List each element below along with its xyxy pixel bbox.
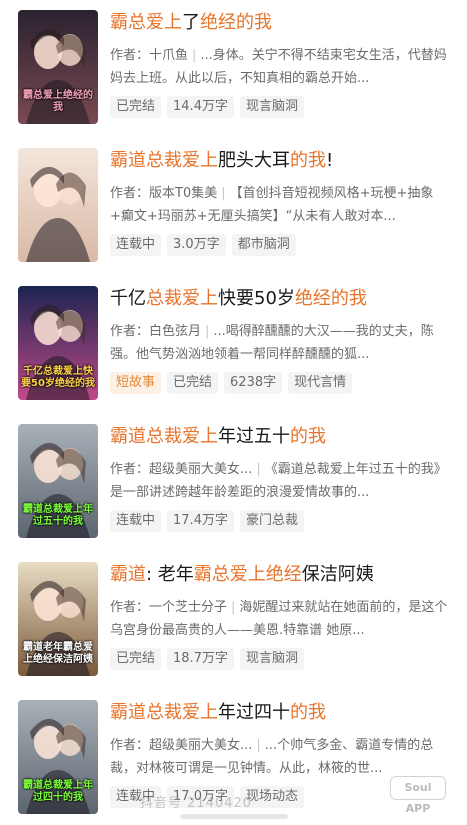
app-logo-watermark: Soul APP <box>390 776 446 815</box>
divider: | <box>231 600 236 615</box>
watermark-text: 抖音号 2140420 <box>140 796 253 811</box>
book-title[interactable]: 千亿总裁爱上快要50岁绝经的我 <box>110 286 455 312</box>
title-keyword-highlight: 霸总爱上绝经 <box>193 564 302 585</box>
tag-badge[interactable]: 已完结 <box>110 648 162 670</box>
tag-badge[interactable]: 现言脑洞 <box>239 648 304 670</box>
author-name: 作者：版本T0集美 <box>110 186 218 201</box>
book-item[interactable]: 霸总爱上绝经的我 霸总爱上了绝经的我 作者：十爪鱼 | ...身体。关宁不得不结束宅女生… <box>0 10 467 130</box>
divider: | <box>192 48 197 63</box>
divider: | <box>221 186 226 201</box>
book-item[interactable]: 霸道总裁爱上肥头大耳的我! 作者：版本T0集美 | 【首创抖音短视频风格+玩梗+抽象+… <box>0 148 467 268</box>
book-info: 千亿总裁爱上快要50岁绝经的我作者：白色弦月 | ...喝得醉醺醺的大汉——我的丈夫… <box>110 286 455 394</box>
title-keyword-highlight: 绝经的我 <box>200 12 272 33</box>
title-text: : 老年 <box>146 564 194 585</box>
tag-badge[interactable]: 短故事 <box>110 372 162 394</box>
author-name: 作者：一个芝士分子 <box>110 600 228 615</box>
book-item[interactable]: 霸道老年霸总爱上绝经保洁阿姨 霸道: 老年霸总爱上绝经保洁阿姨 作者：一个芝士分子 |… <box>0 562 467 682</box>
title-keyword-highlight: 总裁爱上 <box>146 288 218 309</box>
tag-badge[interactable]: 18.7万字 <box>167 648 234 670</box>
tag-badge[interactable]: 现言脑洞 <box>239 96 304 118</box>
title-text: 快要50岁 <box>218 288 295 309</box>
title-keyword-highlight: 霸道总裁爱上 <box>110 150 218 171</box>
tag-badge[interactable]: 连载中 <box>110 510 162 532</box>
title-keyword-highlight: 霸道总裁爱上 <box>110 426 218 447</box>
book-title[interactable]: 霸道: 老年霸总爱上绝经保洁阿姨 <box>110 562 455 588</box>
tag-badge[interactable]: 14.4万字 <box>167 96 234 118</box>
author-name: 作者：超级美丽大美女... <box>110 738 253 753</box>
tag-list: 连载中 17.4万字 豪门总裁 <box>110 510 455 532</box>
tag-badge[interactable]: 已完结 <box>110 96 162 118</box>
tag-list: 连载中 3.0万字 都市脑洞 <box>110 234 455 256</box>
book-description: 作者：白色弦月 | ...喝得醉醺醺的大汉——我的丈夫，陈强。他气势汹汹地领着一帮同… <box>110 320 455 366</box>
title-text: 年过四十 <box>218 702 290 723</box>
book-info: 霸道总裁爱上年过五十的我作者：超级美丽大美女... | 《霸道总裁爱上年过五十的我》… <box>110 424 455 532</box>
cover-title-text: 霸道总裁爱上年过四十的我 <box>23 780 93 803</box>
title-keyword-highlight: 霸总爱上 <box>110 12 182 33</box>
author-name: 作者：白色弦月 <box>110 324 202 339</box>
author-name: 作者：超级美丽大美女... <box>110 462 253 477</box>
tag-badge[interactable]: 豪门总裁 <box>239 510 304 532</box>
tag-list: 已完结 14.4万字 现言脑洞 <box>110 96 455 118</box>
divider: | <box>256 738 261 753</box>
book-description: 作者：超级美丽大美女... | ...个帅气多金、霸道专情的总裁，对林筱可谓是一见钟… <box>110 734 455 780</box>
book-cover-image[interactable] <box>18 148 98 262</box>
book-description: 作者：超级美丽大美女... | 《霸道总裁爱上年过五十的我》是一部讲述跨越年龄差距的… <box>110 458 455 504</box>
book-info: 霸道: 老年霸总爱上绝经保洁阿姨作者：一个芝士分子 | 海妮醒过来就站在她面前的，是… <box>110 562 455 670</box>
cover-title-text: 霸道总裁爱上年过五十的我 <box>23 504 93 527</box>
cover-title-text: 霸总爱上绝经的我 <box>23 90 93 113</box>
tag-badge[interactable]: 已完结 <box>167 372 219 394</box>
title-keyword-highlight: 霸道 <box>110 564 146 585</box>
tag-badge[interactable]: 连载中 <box>110 234 162 256</box>
book-item[interactable]: 千亿总裁爱上快要50岁绝经的我 千亿总裁爱上快要50岁绝经的我 作者：白色弦月 |..… <box>0 286 467 406</box>
book-title[interactable]: 霸道总裁爱上肥头大耳的我! <box>110 148 455 174</box>
title-keyword-highlight: 霸道总裁爱上 <box>110 702 218 723</box>
book-title[interactable]: 霸道总裁爱上年过五十的我 <box>110 424 455 450</box>
title-text: 了 <box>182 12 200 33</box>
tag-badge[interactable]: 都市脑洞 <box>231 234 296 256</box>
title-text: ! <box>326 150 334 171</box>
cover-title-text: 霸道老年霸总爱上绝经保洁阿姨 <box>23 642 93 665</box>
tag-badge[interactable]: 现代言情 <box>288 372 353 394</box>
book-description: 作者：一个芝士分子 | 海妮醒过来就站在她面前的，是这个乌宫身份最高贵的人——美恩.… <box>110 596 455 642</box>
title-keyword-highlight: 的我 <box>290 150 326 171</box>
book-cover-image[interactable]: 霸道总裁爱上年过五十的我 <box>18 424 98 538</box>
book-title[interactable]: 霸总爱上了绝经的我 <box>110 10 455 36</box>
book-info: 霸总爱上了绝经的我作者：十爪鱼 | ...身体。关宁不得不结束宅女生活，代替妈妈去上… <box>110 10 455 118</box>
book-cover-image[interactable]: 霸总爱上绝经的我 <box>18 10 98 124</box>
tag-list: 短故事 已完结 6238字 现代言情 <box>110 372 455 394</box>
book-description: 作者：版本T0集美 | 【首创抖音短视频风格+玩梗+抽象+癫文+玛丽苏+无厘头搞笑】… <box>110 182 455 228</box>
book-item[interactable]: 霸道总裁爱上年过五十的我 霸道总裁爱上年过五十的我 作者：超级美丽大美女... | 《霸… <box>0 424 467 544</box>
title-text: 肥头大耳 <box>218 150 290 171</box>
tag-badge[interactable]: 17.4万字 <box>167 510 234 532</box>
tag-list: 已完结 18.7万字 现言脑洞 <box>110 648 455 670</box>
title-keyword-highlight: 绝经的我 <box>294 288 367 309</box>
title-text: 保洁阿姨 <box>301 564 374 585</box>
book-title[interactable]: 霸道总裁爱上年过四十的我 <box>110 700 455 726</box>
book-description: 作者：十爪鱼 | ...身体。关宁不得不结束宅女生活，代替妈妈去上班。从此以后，不知… <box>110 44 455 90</box>
tag-badge[interactable]: 6238字 <box>224 372 283 394</box>
divider: | <box>256 462 261 477</box>
title-text: 千亿 <box>110 288 146 309</box>
cover-title-text: 千亿总裁爱上快要50岁绝经的我 <box>21 366 95 389</box>
tag-badge[interactable]: 3.0万字 <box>167 234 226 256</box>
book-cover-image[interactable]: 千亿总裁爱上快要50岁绝经的我 <box>18 286 98 400</box>
book-info: 霸道总裁爱上肥头大耳的我! 作者：版本T0集美 | 【首创抖音短视频风格+玩梗+抽象+… <box>110 148 455 256</box>
book-cover-image[interactable]: 霸道老年霸总爱上绝经保洁阿姨 <box>18 562 98 676</box>
book-cover-image[interactable]: 霸道总裁爱上年过四十的我 <box>18 700 98 814</box>
title-keyword-highlight: 的我 <box>290 702 326 723</box>
author-name: 作者：十爪鱼 <box>110 48 189 63</box>
divider: | <box>205 324 210 339</box>
home-indicator <box>180 814 288 819</box>
title-text: 年过五十 <box>218 426 290 447</box>
title-keyword-highlight: 的我 <box>290 426 326 447</box>
